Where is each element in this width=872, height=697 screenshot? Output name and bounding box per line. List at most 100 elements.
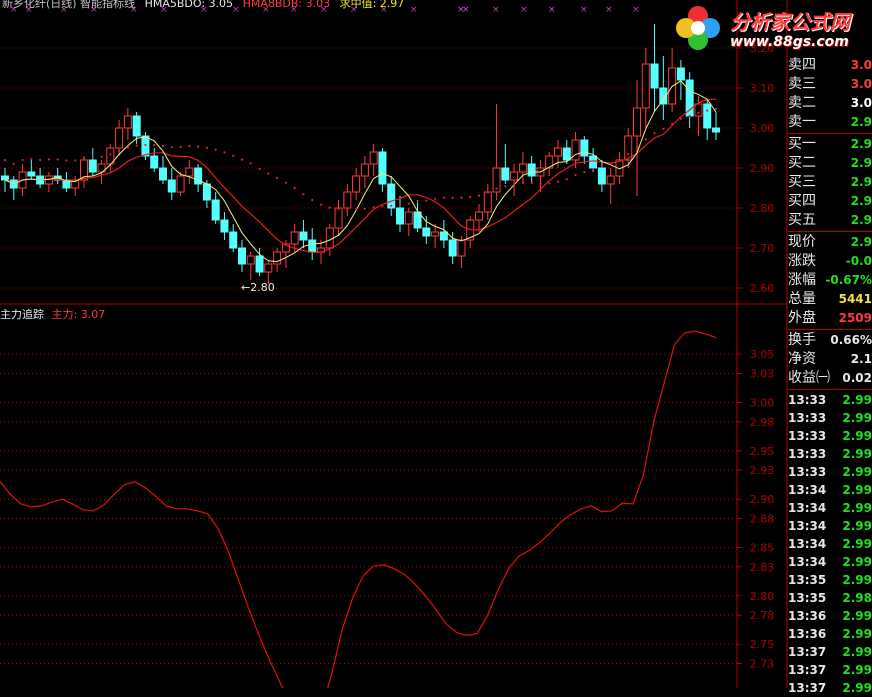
candle-body[interactable] (238, 247, 246, 265)
candle-body[interactable] (641, 63, 650, 109)
candle-body[interactable] (88, 159, 97, 173)
candle-body[interactable] (431, 231, 440, 237)
candle-body[interactable] (352, 175, 361, 193)
candle-body[interactable] (387, 183, 396, 209)
candle-body[interactable] (633, 107, 641, 137)
tick-row[interactable]: 13:33 2.99 (788, 445, 872, 463)
candle-body[interactable] (150, 155, 159, 169)
candle-body[interactable] (422, 227, 431, 237)
quote-value: -0.67% (825, 273, 872, 287)
candle-body[interactable] (176, 175, 185, 193)
candle-body[interactable] (27, 171, 36, 177)
candle-body[interactable] (527, 163, 536, 177)
candle-body[interactable] (360, 163, 369, 177)
tick-row[interactable]: 13:33 2.99 (788, 391, 872, 409)
tick-row[interactable]: 13:33 2.99 (788, 427, 872, 445)
tick-row[interactable]: 13:36 2.99 (788, 607, 872, 625)
indicator-tick-label: 3.05 (750, 348, 775, 361)
candle-body[interactable] (334, 207, 343, 229)
candle-body[interactable] (229, 231, 238, 249)
tick-row[interactable]: 13:33 2.99 (788, 463, 872, 481)
candle-body[interactable] (404, 211, 413, 225)
candle-body[interactable] (159, 167, 167, 181)
candle-body[interactable] (562, 147, 571, 161)
candle-body[interactable] (483, 191, 492, 213)
tick-time: 13:34 (788, 555, 827, 569)
tick-price: 2.98 (842, 591, 872, 605)
upper-band-dot (258, 167, 261, 171)
upper-band-dot (407, 202, 410, 205)
tick-row[interactable]: 13:34 2.99 (788, 481, 872, 499)
candle-body[interactable] (606, 175, 615, 185)
candle-body[interactable] (712, 127, 720, 133)
candle-body[interactable] (343, 191, 352, 209)
candle-body[interactable] (694, 103, 703, 117)
candle-body[interactable] (273, 251, 282, 265)
stock-chart[interactable]: 3.203.103.002.902.802.702.60 3.053.033.0… (0, 0, 872, 688)
candle-body[interactable] (299, 231, 308, 241)
tick-list[interactable]: 13:33 2.99 13:33 2.99 13:33 2.99 13:33 2.99 13:3… (788, 391, 872, 697)
candle-body[interactable] (439, 231, 448, 241)
candle-body[interactable] (396, 207, 404, 225)
candle-body[interactable] (255, 255, 264, 273)
candle-body[interactable] (676, 67, 685, 81)
upper-band-dot (153, 144, 156, 147)
candlestick-series[interactable] (1, 24, 720, 284)
candle-body[interactable] (378, 151, 387, 185)
signal-mark: × (632, 5, 640, 15)
tick-row[interactable]: 13:34 2.99 (788, 553, 872, 571)
indicator-series[interactable] (0, 330, 717, 688)
tick-row[interactable]: 13:35 2.99 (788, 571, 872, 589)
upper-band-dot (548, 182, 551, 185)
candle-body[interactable] (123, 115, 132, 129)
candle-body[interactable] (703, 103, 712, 129)
candle-body[interactable] (308, 239, 317, 253)
quote-value: 2.9 (850, 115, 872, 129)
upper-band-dot (504, 185, 507, 188)
tick-row[interactable]: 13:37 2.99 (788, 679, 872, 697)
candle-body[interactable] (290, 231, 299, 245)
candle-body[interactable] (185, 167, 194, 177)
price-tick-label: 2.90 (750, 162, 775, 175)
candle-body[interactable] (202, 183, 211, 201)
candle-body[interactable] (580, 139, 589, 157)
candle-body[interactable] (448, 239, 457, 257)
candle-body[interactable] (246, 255, 255, 265)
candle-body[interactable] (211, 199, 220, 221)
tick-row[interactable]: 13:35 2.98 (788, 589, 872, 607)
quote-value: 2.9 (850, 213, 872, 227)
candle-body[interactable] (1, 175, 9, 181)
candle-body[interactable] (325, 227, 334, 249)
upper-band-dot (118, 150, 121, 153)
candle-body[interactable] (457, 239, 466, 257)
candle-body[interactable] (475, 211, 483, 221)
candle-body[interactable] (220, 219, 229, 233)
candle-body[interactable] (115, 127, 124, 149)
quote-value: 2.1 (850, 352, 872, 366)
candle-body[interactable] (589, 155, 598, 169)
indicator-line[interactable] (0, 330, 717, 688)
quote-value: 2509 (838, 311, 872, 325)
candle-body[interactable] (167, 179, 176, 193)
tick-row[interactable]: 13:37 2.99 (788, 643, 872, 661)
tick-price: 2.99 (842, 393, 872, 407)
candle-body[interactable] (554, 147, 562, 157)
candle-body[interactable] (510, 171, 519, 181)
tick-row[interactable]: 13:34 2.99 (788, 499, 872, 517)
candle-body[interactable] (132, 115, 141, 137)
candle-body[interactable] (597, 167, 606, 185)
tick-row[interactable]: 13:34 2.99 (788, 535, 872, 553)
candle-body[interactable] (501, 167, 510, 181)
tick-time: 13:33 (788, 447, 827, 461)
candle-body[interactable] (650, 63, 659, 89)
tick-row[interactable]: 13:36 2.99 (788, 625, 872, 643)
tick-row[interactable]: 13:34 2.99 (788, 517, 872, 535)
candle-body[interactable] (369, 151, 378, 165)
upper-band-dot (592, 168, 595, 171)
tick-row[interactable]: 13:37 2.99 (788, 661, 872, 679)
candle-body[interactable] (264, 263, 273, 273)
tick-row[interactable]: 13:33 2.99 (788, 409, 872, 427)
quote-row: 涨跌 -0.0 (788, 252, 872, 271)
upper-band-dot (188, 144, 191, 148)
candle-body[interactable] (518, 163, 527, 173)
